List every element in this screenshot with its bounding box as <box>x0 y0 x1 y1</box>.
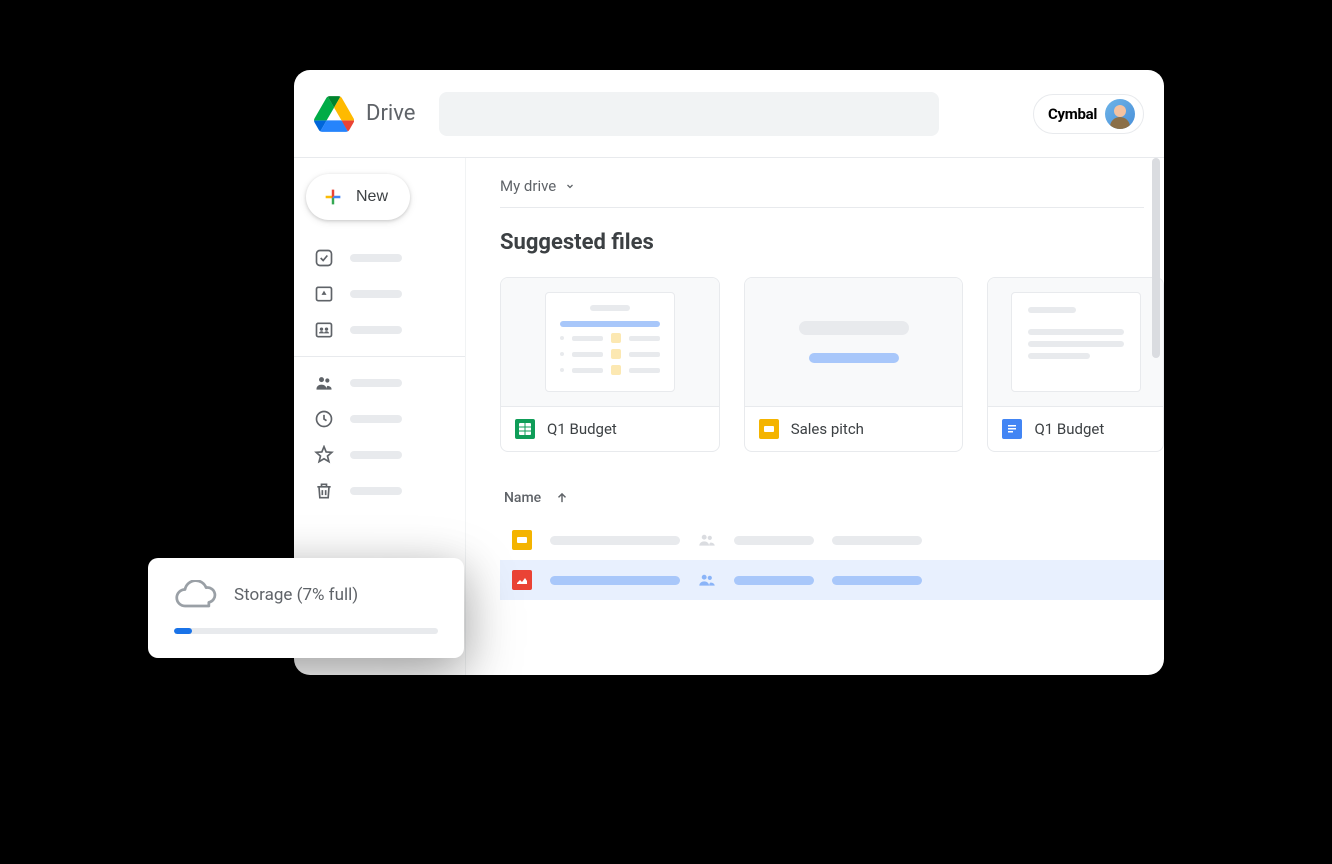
search-input[interactable] <box>439 92 939 136</box>
new-button-label: New <box>356 188 388 206</box>
docs-icon <box>1002 419 1022 439</box>
table-row[interactable] <box>500 520 1164 560</box>
app-title: Drive <box>366 101 415 126</box>
trash-icon <box>314 481 334 501</box>
sidebar-item-priority[interactable] <box>306 240 453 276</box>
people-icon <box>698 533 716 547</box>
clock-icon <box>314 409 334 429</box>
row-cell-placeholder <box>832 536 922 545</box>
brand-name: Cymbal <box>1048 105 1097 123</box>
people-icon <box>314 373 334 393</box>
sheets-icon <box>515 419 535 439</box>
nav-label-placeholder <box>350 415 402 423</box>
breadcrumb[interactable]: My drive <box>500 177 576 207</box>
sidebar-item-mydrive[interactable] <box>306 276 453 312</box>
row-cell-placeholder <box>734 536 814 545</box>
breadcrumb-label: My drive <box>500 177 556 195</box>
file-card[interactable]: Q1 Budget <box>500 277 720 452</box>
nav-label-placeholder <box>350 254 402 262</box>
sidebar-item-recent[interactable] <box>306 401 453 437</box>
card-name: Q1 Budget <box>1034 420 1104 438</box>
sidebar-item-shared-drives[interactable] <box>306 312 453 348</box>
slides-icon <box>759 419 779 439</box>
header: Drive Cymbal <box>294 70 1164 158</box>
sidebar-item-trash[interactable] <box>306 473 453 509</box>
table-row-selected[interactable] <box>500 560 1164 600</box>
column-name: Name <box>504 490 541 506</box>
checkbox-icon <box>314 248 334 268</box>
divider <box>500 207 1144 208</box>
storage-bar <box>174 628 438 634</box>
nav-label-placeholder <box>350 487 402 495</box>
cloud-icon <box>174 580 218 610</box>
row-name-placeholder <box>550 576 680 585</box>
shared-drives-icon <box>314 320 334 340</box>
card-preview <box>745 278 963 406</box>
card-preview <box>501 278 719 406</box>
plus-icon <box>322 186 344 208</box>
people-icon <box>698 573 716 587</box>
storage-label: Storage (7% full) <box>234 585 358 605</box>
file-card[interactable]: Q1 Budget <box>987 277 1164 452</box>
card-preview <box>988 278 1163 406</box>
chevron-down-icon <box>564 180 576 192</box>
row-cell-placeholder <box>832 576 922 585</box>
star-icon <box>314 445 334 465</box>
scrollbar[interactable] <box>1152 158 1160 358</box>
nav-divider <box>294 356 465 357</box>
file-card[interactable]: Sales pitch <box>744 277 964 452</box>
account-chip[interactable]: Cymbal <box>1033 94 1144 134</box>
suggested-title: Suggested files <box>500 230 1164 255</box>
drive-logo-icon <box>314 96 354 132</box>
nav-label-placeholder <box>350 379 402 387</box>
nav-label-placeholder <box>350 290 402 298</box>
row-cell-placeholder <box>734 576 814 585</box>
row-name-placeholder <box>550 536 680 545</box>
card-name: Q1 Budget <box>547 420 617 438</box>
card-name: Sales pitch <box>791 420 864 438</box>
nav-label-placeholder <box>350 326 402 334</box>
arrow-up-icon <box>555 491 569 505</box>
main-content: My drive Suggested files <box>466 158 1164 675</box>
list-header[interactable]: Name <box>500 482 1164 520</box>
nav-label-placeholder <box>350 451 402 459</box>
storage-fill <box>174 628 192 634</box>
avatar <box>1105 99 1135 129</box>
suggested-cards: Q1 Budget Sales pitch <box>500 277 1164 452</box>
storage-card[interactable]: Storage (7% full) <box>148 558 464 658</box>
new-button[interactable]: New <box>306 174 410 220</box>
sidebar-item-shared[interactable] <box>306 365 453 401</box>
drive-folder-icon <box>314 284 334 304</box>
slides-icon <box>512 530 532 550</box>
sidebar-item-starred[interactable] <box>306 437 453 473</box>
image-icon <box>512 570 532 590</box>
